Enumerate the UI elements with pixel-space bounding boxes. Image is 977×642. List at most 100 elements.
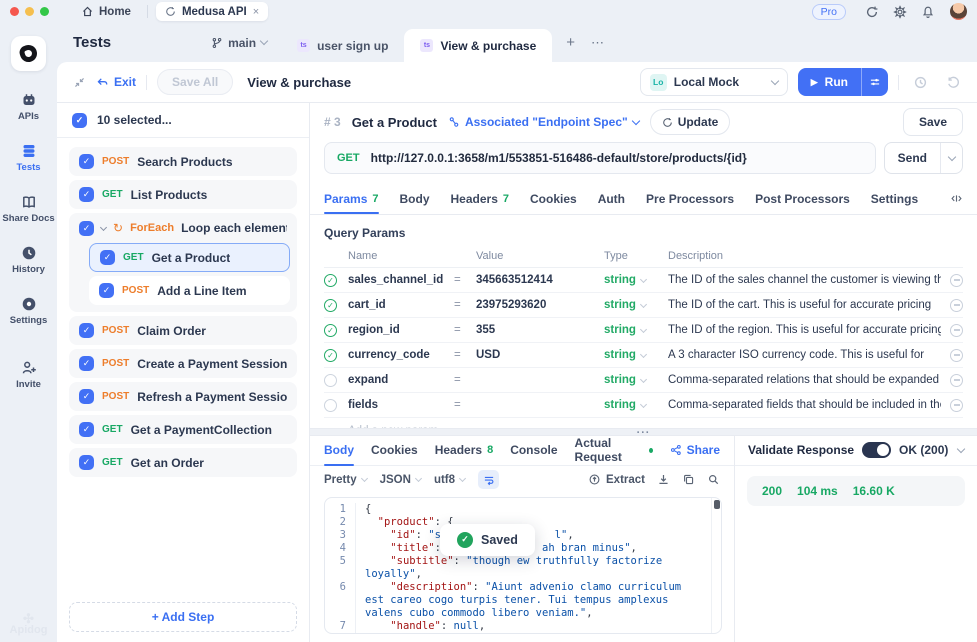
param-value[interactable]: 345663512414 [476,274,604,286]
home-button[interactable]: Home [73,5,139,18]
response-tab-console[interactable]: Console [510,436,557,465]
run-options-button[interactable] [861,68,888,96]
request-tab-post-processors[interactable]: Post Processors [755,183,850,214]
branch-selector[interactable]: main [211,36,267,50]
param-name[interactable]: region_id [348,324,454,336]
close-window-button[interactable] [10,7,19,16]
sidebar-item-history[interactable]: History [2,245,54,275]
param-type-select[interactable]: string [604,374,668,386]
step-item[interactable]: ✓POSTClaim Order [69,316,297,345]
step-item[interactable]: ✓POSTSearch Products [69,147,297,176]
param-type-select[interactable]: string [604,299,668,311]
share-button[interactable]: Share [670,443,720,457]
step-checkbox[interactable]: ✓ [79,187,94,202]
param-name[interactable]: expand [348,374,454,386]
param-type-select[interactable]: string [604,399,668,411]
maximize-window-button[interactable] [40,7,49,16]
param-row[interactable]: ✓expand=stringComma-separated relations … [324,368,963,393]
response-tab-cookies[interactable]: Cookies [371,436,418,465]
history-clock-icon[interactable] [913,75,928,90]
sidebar-item-share-docs[interactable]: Share Docs [2,194,54,224]
tab-user-sign-up[interactable]: tsuser sign up [281,29,404,62]
param-name[interactable]: cart_id [348,299,454,311]
code-view-icon[interactable] [950,192,963,205]
response-tab-headers[interactable]: Headers8 [435,436,494,465]
sidebar-item-apis[interactable]: APIs [2,92,54,122]
param-description[interactable]: The ID of the region. This is useful for… [668,324,941,336]
param-value[interactable]: 23975293620 [476,299,604,311]
param-checkbox[interactable]: ✓ [324,399,337,412]
send-options-button[interactable] [940,143,962,173]
response-tab-body[interactable]: Body [324,436,354,465]
request-tab-settings[interactable]: Settings [871,183,918,214]
restore-icon[interactable] [946,75,961,90]
scrollbar-thumb[interactable] [714,500,720,509]
foreach-group-header[interactable]: ✓↻ForEachLoop each element in {{ [76,213,290,243]
step-checkbox[interactable]: ✓ [79,389,94,404]
request-tab-pre-processors[interactable]: Pre Processors [646,183,734,214]
param-row[interactable]: ✓cart_id=23975293620stringThe ID of the … [324,293,963,318]
param-row[interactable]: ✓sales_channel_id=345663512414stringThe … [324,268,963,293]
remove-param-icon[interactable] [950,374,963,387]
step-item[interactable]: ✓POSTCreate a Payment Session [69,349,297,378]
remove-param-icon[interactable] [950,324,963,337]
validate-toggle[interactable] [862,442,891,458]
response-tab-actual-request[interactable]: Actual Request [575,436,653,465]
gear-icon[interactable] [893,5,907,19]
app-logo[interactable] [11,36,46,71]
update-button[interactable]: Update [650,109,731,135]
remove-param-icon[interactable] [950,299,963,312]
add-tab-button[interactable]: + [566,34,575,51]
tab-view-purchase[interactable]: tsView & purchase [404,29,552,62]
param-checkbox[interactable]: ✓ [324,274,337,287]
remove-param-icon[interactable] [950,274,963,287]
param-type-select[interactable]: string [604,324,668,336]
format-select[interactable]: JSON [380,474,421,486]
response-body-viewer[interactable]: 1{2 "product": {3 "id": "sstjkQJV l",4 "… [324,497,722,635]
step-item[interactable]: ✓POSTAdd a Line Item [89,276,290,305]
pro-badge[interactable]: Pro [812,4,846,20]
param-checkbox[interactable]: ✓ [324,324,337,337]
save-all-button[interactable]: Save All [157,69,233,95]
step-checkbox[interactable]: ✓ [79,356,94,371]
step-checkbox[interactable]: ✓ [99,283,114,298]
request-tab-body[interactable]: Body [400,183,430,214]
environment-select[interactable]: Lo Local Mock [640,68,788,96]
param-name[interactable]: sales_channel_id [348,274,454,286]
sidebar-item-invite[interactable]: Invite [2,360,54,390]
remove-param-icon[interactable] [950,399,963,412]
sidebar-item-settings[interactable]: Settings [2,296,54,326]
step-item[interactable]: ✓GETGet an Order [69,448,297,477]
step-checkbox[interactable]: ✓ [79,323,94,338]
download-icon[interactable] [657,473,670,486]
code-scrollbar[interactable] [711,498,721,634]
param-description[interactable]: Comma-separated fields that should be in… [668,399,941,411]
close-tab-icon[interactable]: × [253,6,259,18]
param-name[interactable]: fields [348,399,454,411]
copy-icon[interactable] [682,473,695,486]
run-button[interactable]: ▶ Run [798,68,861,96]
param-checkbox[interactable]: ✓ [324,349,337,362]
select-all-row[interactable]: ✓ 10 selected... [57,103,309,138]
sidebar-item-tests[interactable]: Tests [2,143,54,173]
request-tab-auth[interactable]: Auth [598,183,625,214]
param-checkbox[interactable]: ✓ [324,299,337,312]
step-checkbox[interactable]: ✓ [100,250,115,265]
param-value[interactable]: 355 [476,324,604,336]
request-tab-params[interactable]: Params7 [324,183,379,214]
chevron-down-icon[interactable] [100,223,107,230]
step-checkbox[interactable]: ✓ [79,221,94,236]
select-all-checkbox[interactable]: ✓ [72,113,87,128]
param-row[interactable]: ✓fields=stringComma-separated fields tha… [324,393,963,418]
associated-endpoint-link[interactable]: Associated "Endpoint Spec" [448,115,639,129]
refresh-icon[interactable] [865,5,879,19]
user-avatar[interactable] [950,3,967,20]
step-item[interactable]: ✓GETGet a PaymentCollection [69,415,297,444]
pretty-select[interactable]: Pretty [324,474,367,486]
add-step-button[interactable]: + Add Step [69,602,297,632]
search-icon[interactable] [707,473,720,486]
url-input[interactable]: GET http://127.0.0.1:3658/m1/553851-5164… [324,142,876,174]
param-description[interactable]: The ID of the sales channel the customer… [668,274,941,286]
collapse-panel-icon[interactable] [73,76,86,89]
param-value[interactable]: USD [476,349,604,361]
